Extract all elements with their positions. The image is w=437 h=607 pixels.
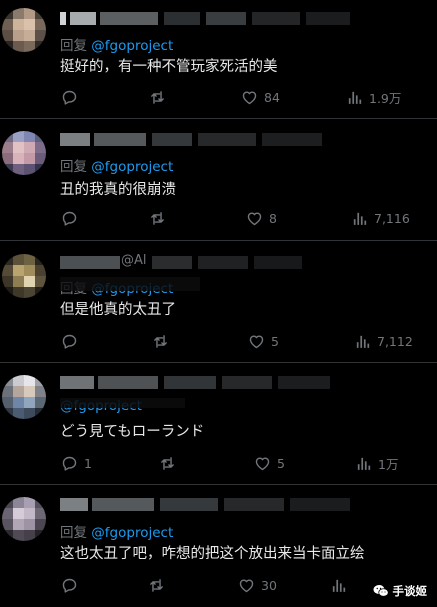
like-count: 30 [261,577,277,593]
like-button[interactable]: 84 [241,86,280,108]
avatar[interactable] [2,8,46,52]
like-icon [255,456,270,470]
display-name-redacted [152,256,302,269]
reply-item[interactable]: @fgoproject どう見てもローランド 1 5 1万 [0,363,437,483]
comment-icon [62,578,77,593]
comment-button[interactable] [61,86,84,108]
comment-button[interactable]: 1 [61,452,92,474]
repost-button[interactable] [149,86,172,108]
like-icon [239,578,254,592]
comment-button[interactable] [61,207,84,229]
reply-handle-link[interactable]: @fgoproject [91,38,173,54]
comment-icon [62,456,77,471]
views-icon [348,91,362,104]
views-button[interactable]: 1.9万 [346,86,401,108]
reply-item[interactable]: 回复 @fgoproject 挺好的，有一种不管玩家死活的美 84 1.9万 [0,0,437,118]
repost-icon [150,578,163,592]
reply-text: 但是他真的太丑了 [60,302,176,318]
views-icon [356,335,370,348]
comment-icon [62,211,77,226]
reply-item[interactable]: @Al 回复 @fgoproject 但是他真的太丑了 5 7,112 [0,241,437,361]
action-bar: 84 1.9万 [0,86,437,108]
watermark-label: 手谈姬 [392,584,428,598]
comment-count: 1 [84,455,92,471]
repost-icon [151,211,164,225]
name-fragment: @Al [121,253,147,268]
like-icon [249,334,264,348]
views-button[interactable]: 1万 [355,452,398,474]
comment-icon [62,90,77,105]
views-icon [332,579,346,592]
like-icon [247,211,262,225]
avatar[interactable] [2,254,46,298]
wechat-icon [373,585,389,597]
views-button[interactable] [330,574,353,596]
watermark: 手谈姬 [373,583,428,599]
display-name-redacted[interactable] [60,133,330,146]
reply-to-line: 回复 @fgoproject [60,521,173,541]
action-bar: 5 7,112 [0,330,437,352]
comment-button[interactable] [61,330,84,352]
like-button[interactable]: 8 [246,207,277,229]
reply-item[interactable]: 回复 @fgoproject 这也太丑了吧，咋想的把这个放出来当卡面立绘 30 [0,485,437,607]
repost-button[interactable] [159,452,182,474]
like-button[interactable]: 30 [238,574,277,596]
reply-item[interactable]: 回复 @fgoproject 丑的我真的很崩溃 8 7,116 [0,119,437,239]
like-count: 5 [277,455,285,471]
reply-text: 这也太丑了吧，咋想的把这个放出来当卡面立绘 [60,546,365,562]
avatar[interactable] [2,375,46,419]
reply-prefix: 回复 [60,159,87,175]
reply-to-line: 回复 @fgoproject [60,155,173,175]
view-count: 1万 [378,456,399,472]
display-name-redacted[interactable] [60,256,120,269]
repost-icon [154,334,167,348]
reply-prefix: 回复 [60,38,87,54]
repost-icon [161,456,174,470]
display-name-redacted[interactable] [60,498,350,511]
reply-prefix: 回复 [60,525,87,541]
action-bar: 1 5 1万 [0,452,437,474]
avatar[interactable] [2,497,46,541]
reply-to-line: 回复 @fgoproject [60,34,173,54]
repost-button[interactable] [149,207,172,229]
view-count: 1.9万 [369,90,402,106]
views-icon [353,212,367,225]
reply-handle-link[interactable]: @fgoproject [91,525,173,541]
reply-text: 挺好的，有一种不管玩家死活的美 [60,59,278,75]
action-bar: 30 [0,574,437,596]
reply-text: どう見てもローランド [60,424,205,440]
like-icon [242,90,257,104]
view-count: 7,112 [377,333,413,349]
like-count: 8 [269,210,277,226]
views-icon [357,457,371,470]
redaction-overlay [60,277,200,291]
reply-text: 丑的我真的很崩溃 [60,182,176,198]
like-button[interactable]: 5 [254,452,285,474]
like-count: 84 [264,89,280,105]
view-count: 7,116 [374,210,410,226]
repost-button[interactable] [152,330,175,352]
like-count: 5 [271,333,279,349]
views-button[interactable]: 7,112 [354,330,413,352]
repost-button[interactable] [148,574,171,596]
redaction-overlay [60,398,185,408]
avatar[interactable] [2,131,46,175]
display-name-redacted[interactable] [60,376,330,389]
repost-icon [151,90,164,104]
action-bar: 8 7,116 [0,207,437,229]
like-button[interactable]: 5 [248,330,279,352]
views-button[interactable]: 7,116 [351,207,410,229]
comment-button[interactable] [61,574,84,596]
display-name-redacted[interactable] [60,12,350,25]
reply-handle-link[interactable]: @fgoproject [91,159,173,175]
comment-icon [62,334,77,349]
